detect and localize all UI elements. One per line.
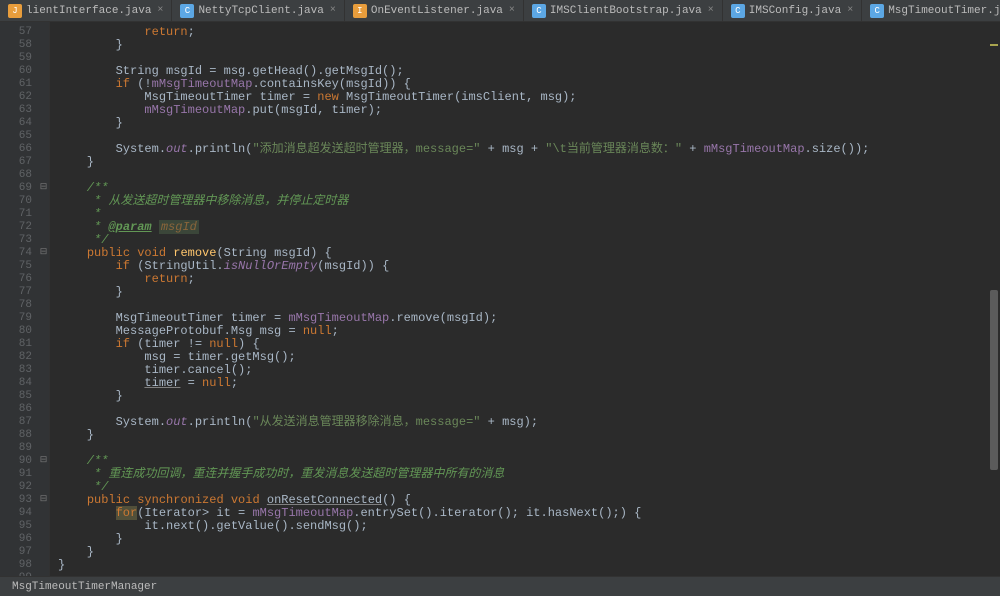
tab-oneventlistener[interactable]: I OnEventListener.java ×: [345, 0, 524, 22]
fold-column[interactable]: ⊟⊟⊟⊟: [38, 22, 50, 576]
tab-lientinterface[interactable]: JlientInterface.java ×: [0, 0, 172, 22]
line-number-gutter: 5758596061626364656667686970717273747576…: [0, 22, 38, 576]
close-icon[interactable]: ×: [509, 5, 515, 16]
tab-label: NettyTcpClient.java: [198, 5, 323, 17]
tab-nettytcpclient[interactable]: C NettyTcpClient.java ×: [172, 0, 344, 22]
scroll-thumb[interactable]: [990, 290, 998, 470]
scrollbar[interactable]: [990, 30, 998, 576]
code-editor[interactable]: 5758596061626364656667686970717273747576…: [0, 22, 1000, 576]
scroll-marker: [990, 44, 998, 46]
close-icon[interactable]: ×: [847, 5, 853, 16]
java-class-icon: C: [532, 4, 546, 18]
status-bar: MsgTimeoutTimerManager: [0, 576, 1000, 596]
java-class-icon: C: [870, 4, 884, 18]
breadcrumb[interactable]: MsgTimeoutTimerManager: [12, 581, 157, 593]
tab-label: OnEventListener.java: [371, 5, 503, 17]
java-interface-icon: I: [353, 4, 367, 18]
tab-label: MsgTimeoutTimer.java: [888, 5, 1000, 17]
code-area[interactable]: return; } String msgId = msg.getHead().g…: [50, 22, 1000, 576]
tab-label: IMSClientBootstrap.java: [550, 5, 702, 17]
java-class-icon: C: [180, 4, 194, 18]
java-class-icon: C: [731, 4, 745, 18]
editor-tabs: JlientInterface.java × C NettyTcpClient.ja…: [0, 0, 1000, 22]
tab-msgtimeouttimer[interactable]: CMsgTimeoutTimer.java×: [862, 0, 1000, 22]
java-interface-icon: J: [8, 4, 22, 18]
tab-label: IMSConfig.java: [749, 5, 841, 17]
tab-imsconfig[interactable]: C IMSConfig.java ×: [723, 0, 862, 22]
tab-label: lientInterface.java: [26, 5, 151, 17]
close-icon[interactable]: ×: [157, 5, 163, 16]
close-icon[interactable]: ×: [708, 5, 714, 16]
close-icon[interactable]: ×: [330, 5, 336, 16]
tab-imsclientbootstrap[interactable]: C IMSClientBootstrap.java ×: [524, 0, 723, 22]
